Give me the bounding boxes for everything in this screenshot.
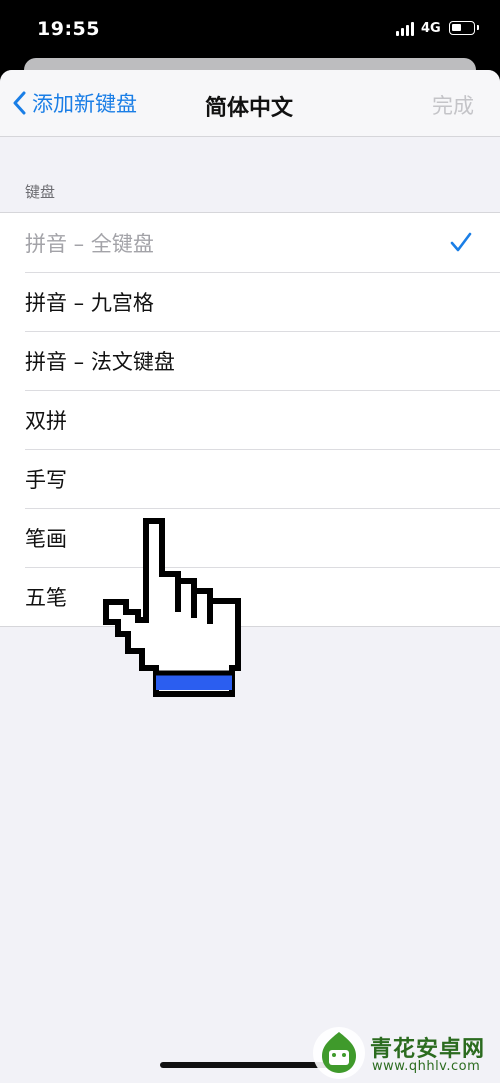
keyboard-option-label: 拼音 – 九宫格: [25, 291, 154, 315]
cellular-signal-icon: [396, 22, 416, 36]
battery-icon: [449, 21, 479, 35]
network-type: 4G: [421, 21, 441, 36]
keyboard-option-label: 拼音 – 全键盘: [25, 232, 154, 256]
section-header-keyboards: 键盘: [25, 183, 56, 201]
keyboard-option-label: 笔画: [25, 527, 67, 551]
keyboard-option-stroke[interactable]: 笔画: [0, 508, 500, 567]
modal-sheet: 添加新键盘 简体中文 完成 键盘 拼音 – 全键盘 拼音 – 九宫格 拼音 – …: [0, 70, 500, 1083]
navigation-bar: 添加新键盘 简体中文 完成: [0, 70, 500, 137]
keyboard-option-pinyin-full[interactable]: 拼音 – 全键盘: [0, 213, 500, 272]
keyboard-option-label: 拼音 – 法文键盘: [25, 350, 175, 374]
keyboard-option-pinyin-azerty[interactable]: 拼音 – 法文键盘: [0, 331, 500, 390]
keyboard-option-pinyin-9key[interactable]: 拼音 – 九宫格: [0, 272, 500, 331]
keyboard-option-wubi[interactable]: 五笔: [0, 567, 500, 626]
keyboard-option-shuangpin[interactable]: 双拼: [0, 390, 500, 449]
android-logo-icon: [313, 1027, 365, 1079]
status-time: 19:55: [37, 18, 100, 40]
checkmark-icon: [450, 232, 472, 252]
done-button[interactable]: 完成: [432, 90, 474, 120]
keyboard-option-label: 五笔: [25, 586, 67, 610]
keyboard-option-handwriting[interactable]: 手写: [0, 449, 500, 508]
watermark: 青花安卓网 www.qhhlv.com: [312, 1026, 497, 1080]
watermark-url: www.qhhlv.com: [372, 1059, 481, 1074]
back-button[interactable]: 添加新键盘: [12, 88, 137, 118]
status-bar: 19:55 4G: [0, 0, 500, 62]
back-button-label: 添加新键盘: [32, 92, 137, 116]
keyboard-list: 拼音 – 全键盘 拼音 – 九宫格 拼音 – 法文键盘 双拼 手写 笔画 五笔: [0, 212, 500, 627]
keyboard-option-label: 手写: [25, 468, 67, 492]
chevron-left-icon: [13, 91, 26, 115]
keyboard-option-label: 双拼: [25, 409, 67, 433]
